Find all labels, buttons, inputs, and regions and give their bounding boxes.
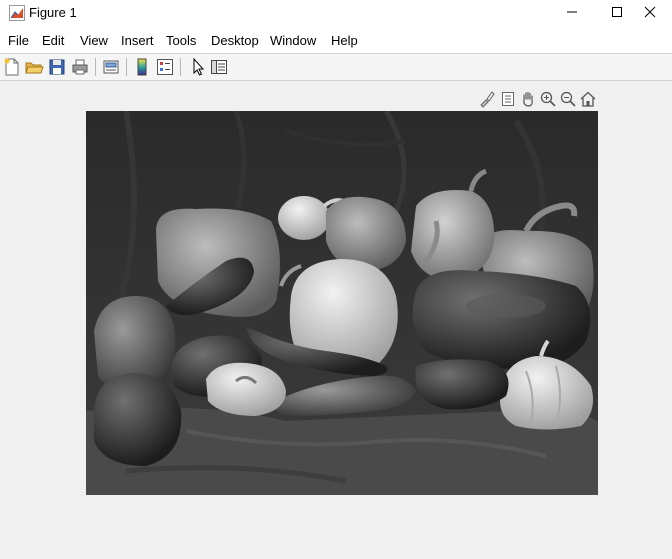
edit-plot-icon[interactable] [187,57,207,77]
data-tips-icon[interactable] [499,90,517,108]
menu-tools[interactable]: Tools [166,33,196,48]
menu-file[interactable]: File [8,33,29,48]
title-bar: Figure 1 [0,0,672,26]
figure-toolbar [0,54,672,81]
zoom-in-icon[interactable] [539,90,557,108]
figure-canvas [0,81,672,559]
brush-icon[interactable] [478,90,496,108]
minimize-icon [566,6,578,21]
menu-insert[interactable]: Insert [121,33,154,48]
toolbar-separator [126,58,127,76]
menu-window[interactable]: Window [270,33,316,48]
toolbar-separator [95,58,96,76]
image-axes[interactable] [86,111,598,495]
close-icon [644,6,656,21]
zoom-out-icon[interactable] [559,90,577,108]
menu-help[interactable]: Help [331,33,358,48]
menu-bar: File Edit View Insert Tools Desktop Wind… [0,26,672,54]
minimize-button[interactable] [550,0,594,26]
pan-icon[interactable] [519,90,537,108]
save-icon[interactable] [47,57,67,77]
print-icon[interactable] [70,57,90,77]
new-figure-icon[interactable] [2,57,22,77]
insert-legend-icon[interactable] [155,57,175,77]
open-property-inspector-icon[interactable] [209,57,229,77]
link-plot-icon[interactable] [101,57,121,77]
close-button[interactable] [628,0,672,26]
restore-view-icon[interactable] [579,90,597,108]
maximize-icon [611,6,623,21]
menu-view[interactable]: View [80,33,108,48]
matlab-figure-icon [9,5,25,21]
insert-colorbar-icon[interactable] [132,57,152,77]
peppers-image [86,111,598,495]
open-file-icon[interactable] [24,57,44,77]
window-title: Figure 1 [29,5,77,20]
menu-desktop[interactable]: Desktop [211,33,259,48]
toolbar-separator [180,58,181,76]
menu-edit[interactable]: Edit [42,33,64,48]
